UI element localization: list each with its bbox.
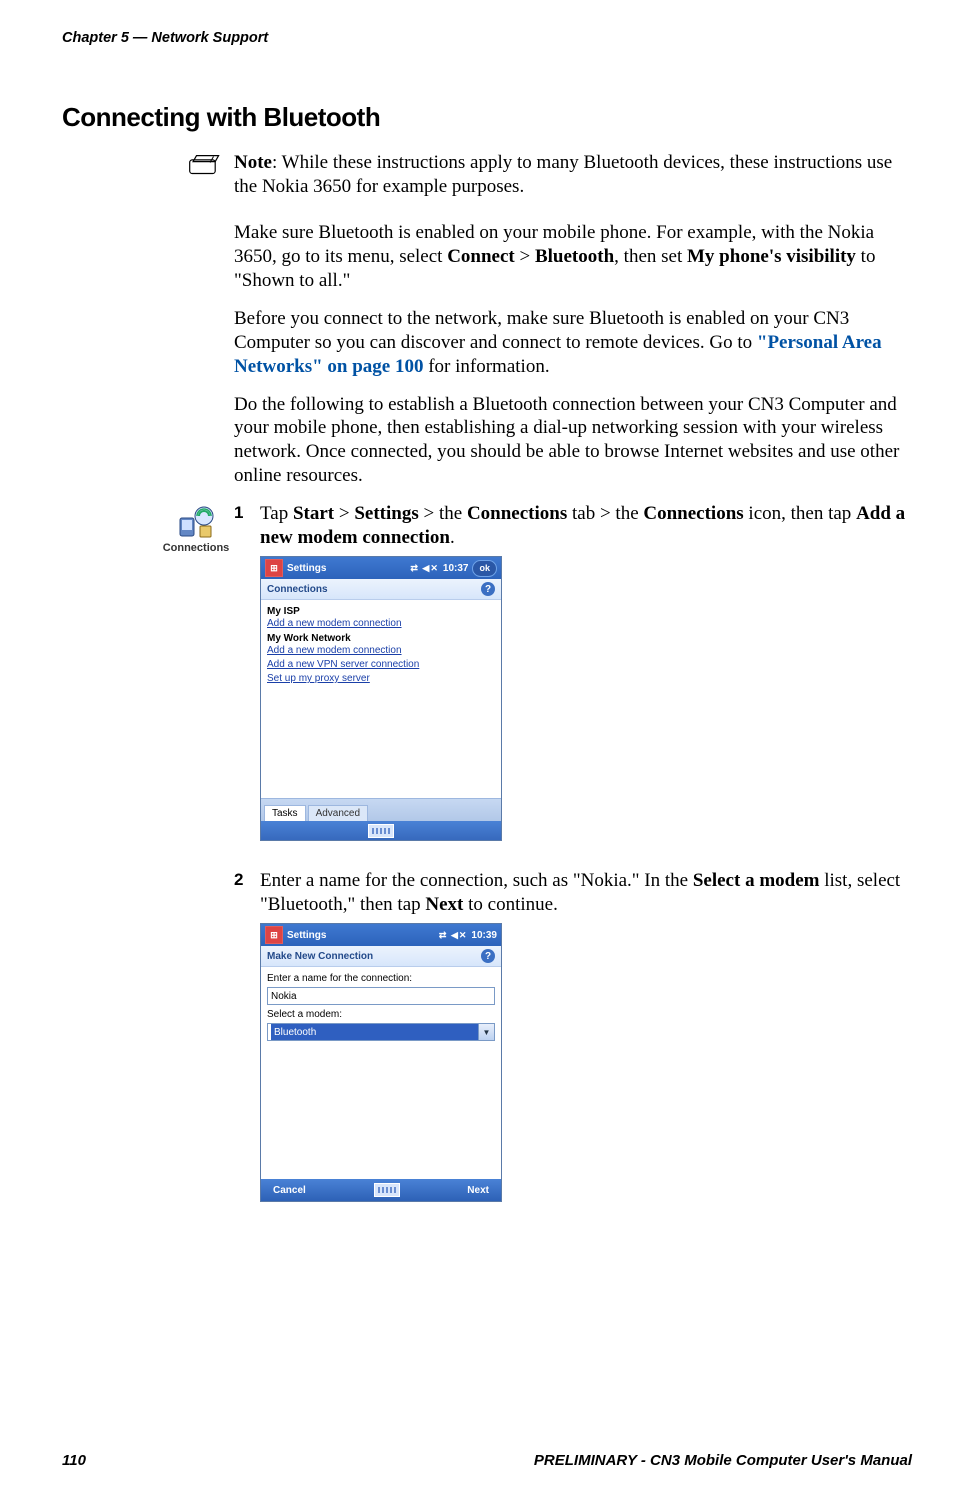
label-connection-name: Enter a name for the connection:	[267, 973, 495, 984]
note-text: Note: While these instructions apply to …	[234, 151, 912, 199]
screenshot-make-new-connection: ⊞ Settings ⇄ ◀✕ 10:39 Make New Connectio…	[260, 923, 502, 1202]
wm-titlebar: ⊞ Settings ⇄ ◀✕ 10:37 ok	[261, 557, 501, 579]
text-bold: Connections	[643, 503, 743, 524]
wm-title: Settings	[287, 563, 326, 574]
keyboard-icon[interactable]	[374, 1183, 400, 1197]
help-icon[interactable]: ?	[481, 582, 495, 596]
connections-icon-caption: Connections	[163, 542, 230, 554]
step-number-2: 2	[234, 869, 254, 892]
link-add-vpn[interactable]: Add a new VPN server connection	[267, 658, 495, 672]
clock: 10:39	[471, 930, 497, 941]
text: icon, then tap	[744, 503, 856, 524]
manual-title: PRELIMINARY - CN3 Mobile Computer User's…	[534, 1452, 912, 1469]
chevron-down-icon[interactable]: ▼	[478, 1024, 494, 1040]
wm-subheader: Connections ?	[261, 579, 501, 600]
status-icons: ⇄ ◀✕	[439, 930, 468, 941]
wm-content: Enter a name for the connection: Select …	[261, 967, 501, 1179]
text-bold: My phone's visibility	[687, 246, 856, 267]
subheader-title: Connections	[267, 584, 328, 595]
note-pencil-icon	[188, 153, 222, 182]
wm-content: My ISP Add a new modem connection My Wor…	[261, 600, 501, 798]
text: for information.	[423, 356, 549, 377]
softkey-bar: Cancel Next	[261, 1179, 501, 1201]
keyboard-icon[interactable]	[368, 824, 394, 838]
text-bold: Next	[425, 894, 463, 915]
help-icon[interactable]: ?	[481, 949, 495, 963]
body-para-1: Make sure Bluetooth is enabled on your m…	[234, 221, 912, 293]
step-2-row: 2 Enter a name for the connection, such …	[234, 869, 912, 1202]
connections-icon	[178, 504, 214, 540]
ok-button[interactable]: ok	[472, 560, 497, 577]
running-header: Chapter 5 — Network Support	[62, 30, 912, 46]
input-connection-name[interactable]	[267, 987, 495, 1005]
text: .	[450, 527, 455, 548]
group-my-work-network: My Work Network	[267, 633, 495, 644]
page-footer: 110 PRELIMINARY - CN3 Mobile Computer Us…	[62, 1452, 912, 1469]
text: , then set	[614, 246, 687, 267]
select-modem-value: Bluetooth	[271, 1024, 478, 1040]
text: >	[515, 246, 535, 267]
text: Tap	[260, 503, 293, 524]
wm-title: Settings	[287, 930, 326, 941]
tab-tasks[interactable]: Tasks	[264, 805, 306, 821]
text-bold: Settings	[354, 503, 418, 524]
text-bold: Select a modem	[693, 870, 820, 891]
text-bold: Start	[293, 503, 334, 524]
section-title: Connecting with Bluetooth	[62, 102, 912, 133]
group-my-isp: My ISP	[267, 606, 495, 617]
label-select-modem: Select a modem:	[267, 1009, 495, 1020]
wm-titlebar: ⊞ Settings ⇄ ◀✕ 10:39	[261, 924, 501, 946]
text: > the	[419, 503, 467, 524]
sip-bar[interactable]	[261, 821, 501, 840]
tab-advanced[interactable]: Advanced	[308, 805, 368, 821]
body-para-3: Do the following to establish a Bluetoot…	[234, 393, 912, 489]
softkey-next[interactable]: Next	[467, 1185, 489, 1196]
page-number: 110	[62, 1452, 86, 1469]
start-flag-icon[interactable]: ⊞	[265, 559, 283, 577]
start-flag-icon[interactable]: ⊞	[265, 926, 283, 944]
text: tab > the	[567, 503, 643, 524]
note-label: Note	[234, 152, 272, 173]
text-bold: Connect	[447, 246, 515, 267]
text: to continue.	[463, 894, 557, 915]
subheader-title: Make New Connection	[267, 951, 373, 962]
select-modem[interactable]: Bluetooth ▼	[267, 1023, 495, 1041]
text-bold: Bluetooth	[535, 246, 614, 267]
text: Enter a name for the connection, such as…	[260, 870, 693, 891]
link-add-modem-isp[interactable]: Add a new modem connection	[267, 617, 495, 631]
wm-tabs: Tasks Advanced	[261, 798, 501, 821]
status-icons: ⇄ ◀✕	[410, 563, 439, 574]
link-add-modem-work[interactable]: Add a new modem connection	[267, 644, 495, 658]
text: >	[334, 503, 354, 524]
step-2-text: 2 Enter a name for the connection, such …	[234, 869, 912, 917]
step-1-row: Connections 1 Tap Start > Settings > the…	[62, 502, 912, 841]
note-body: : While these instructions apply to many…	[234, 152, 892, 197]
step-1-text: 1 Tap Start > Settings > the Connections…	[234, 502, 912, 550]
text-bold: Connections	[467, 503, 567, 524]
body-para-2: Before you connect to the network, make …	[234, 307, 912, 379]
body-block: Make sure Bluetooth is enabled on your m…	[234, 221, 912, 488]
link-proxy[interactable]: Set up my proxy server	[267, 672, 495, 686]
clock: 10:37	[443, 563, 469, 574]
wm-subheader: Make New Connection ?	[261, 946, 501, 967]
softkey-cancel[interactable]: Cancel	[273, 1185, 306, 1196]
note-block: Note: While these instructions apply to …	[188, 151, 912, 199]
screenshot-connections-settings: ⊞ Settings ⇄ ◀✕ 10:37 ok Connections ? M…	[260, 556, 502, 841]
step-number-1: 1	[234, 502, 254, 525]
